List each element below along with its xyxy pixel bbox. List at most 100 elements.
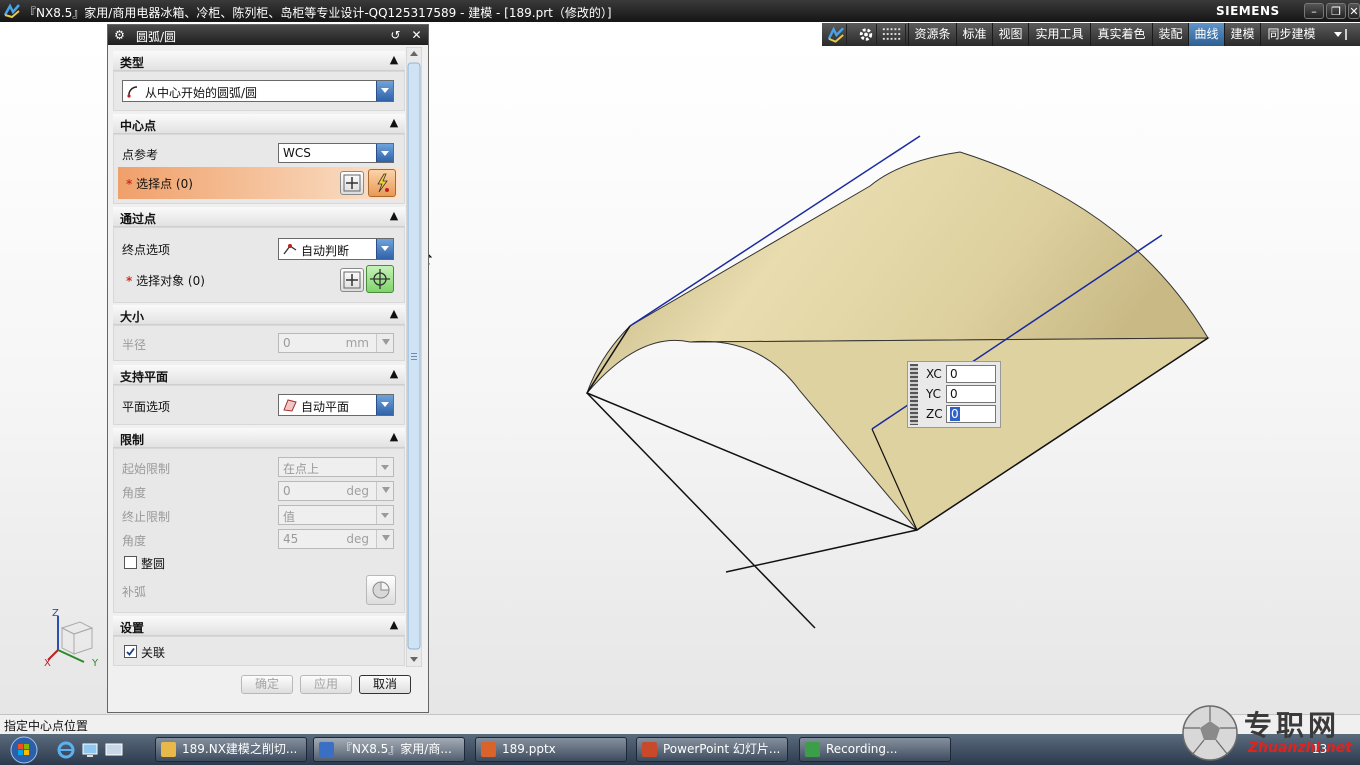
ok-button[interactable]: 确定 bbox=[241, 675, 293, 694]
type-select[interactable]: 从中心开始的圆弧/圆 bbox=[122, 80, 394, 102]
arrow-down-icon[interactable] bbox=[376, 482, 393, 500]
arc-center-icon bbox=[127, 86, 138, 98]
section-support-header[interactable]: 支持平面 ▲ bbox=[113, 365, 405, 385]
minimize-button[interactable]: – bbox=[1304, 3, 1324, 19]
plane-option-select[interactable]: 自动平面 bbox=[278, 394, 394, 416]
toolbar-options-icon[interactable] bbox=[1328, 24, 1358, 45]
collapse-chevron-icon[interactable]: ▲ bbox=[387, 115, 401, 131]
watermark: 专职网 Zhuanzhi.net bbox=[1180, 702, 1358, 764]
inferred-point-button[interactable] bbox=[368, 169, 396, 197]
point-dialog-button[interactable] bbox=[340, 171, 364, 195]
tab-standard[interactable]: 标准 bbox=[956, 23, 992, 46]
taskbar-item[interactable]: PowerPoint 幻灯片... bbox=[636, 737, 788, 762]
section-size-body: 半径 0 mm bbox=[113, 325, 405, 361]
tab-assembly[interactable]: 装配 bbox=[1152, 23, 1188, 46]
start-button-icon[interactable] bbox=[3, 735, 45, 764]
chevron-down-icon[interactable] bbox=[376, 144, 393, 162]
end-angle-input[interactable]: 45 deg bbox=[278, 529, 394, 549]
chevron-down-icon[interactable] bbox=[376, 506, 393, 524]
section-center-header[interactable]: 中心点 ▲ bbox=[113, 114, 405, 134]
collapse-chevron-icon[interactable]: ▲ bbox=[387, 208, 401, 224]
internet-explorer-icon[interactable] bbox=[56, 740, 76, 760]
cancel-button[interactable]: 取消 bbox=[359, 675, 411, 694]
start-angle-label: 角度 bbox=[122, 486, 147, 500]
section-limits-header[interactable]: 限制 ▲ bbox=[113, 428, 405, 448]
taskbar-item[interactable]: 189.pptx bbox=[475, 737, 627, 762]
nx-app-icon[interactable] bbox=[826, 24, 847, 45]
associative-checkbox[interactable] bbox=[124, 645, 137, 658]
zc-input[interactable]: 0 bbox=[946, 405, 996, 423]
triad-x-label: X bbox=[44, 658, 51, 668]
tab-synchronous-modeling[interactable]: 同步建模 bbox=[1260, 23, 1322, 46]
full-circle-checkbox[interactable] bbox=[124, 556, 137, 569]
object-dialog-button[interactable] bbox=[340, 268, 364, 292]
section-settings-body: 关联 bbox=[113, 636, 405, 666]
arrow-down-icon[interactable] bbox=[376, 334, 393, 352]
end-limit-select[interactable]: 值 bbox=[278, 505, 394, 525]
tab-true-shading[interactable]: 真实着色 bbox=[1090, 23, 1152, 46]
required-star-icon: * bbox=[126, 177, 133, 191]
tab-view[interactable]: 视图 bbox=[992, 23, 1028, 46]
chevron-down-icon[interactable] bbox=[376, 81, 393, 101]
section-settings-header[interactable]: 设置 ▲ bbox=[113, 616, 405, 636]
crosshair-icon bbox=[370, 269, 390, 289]
desktop-icon[interactable] bbox=[80, 740, 100, 760]
sketch-line-left[interactable] bbox=[725, 529, 918, 573]
taskbar-item[interactable]: Recording... bbox=[799, 737, 951, 762]
radius-unit: mm bbox=[345, 336, 369, 350]
collapse-chevron-icon[interactable]: ▲ bbox=[387, 366, 401, 382]
collapse-chevron-icon[interactable]: ▲ bbox=[387, 429, 401, 445]
tab-curve[interactable]: 曲线 bbox=[1188, 23, 1224, 46]
start-angle-input[interactable]: 0 deg bbox=[278, 481, 394, 501]
tab-resource-bar[interactable]: 资源条 bbox=[908, 23, 956, 46]
dialog-scrollbar[interactable] bbox=[406, 47, 422, 667]
dialog-close-icon[interactable]: ✕ bbox=[408, 27, 425, 43]
drag-grip-handle[interactable] bbox=[910, 364, 918, 425]
triad-z-label: Z bbox=[52, 608, 59, 619]
taskbar-item[interactable]: 『NX8.5』家用/商... bbox=[313, 737, 465, 762]
watermark-en: Zhuanzhi.net bbox=[1248, 740, 1352, 756]
crosshair-select-button[interactable] bbox=[366, 265, 394, 293]
section-through-header[interactable]: 通过点 ▲ bbox=[113, 207, 405, 227]
dialog-title: 圆弧/圆 bbox=[136, 30, 177, 44]
end-option-select[interactable]: 自动判断 bbox=[278, 238, 394, 260]
arc-circle-dialog: ⚙ 圆弧/圆 ↺ ✕ 类型 ▲ 从中心开始的圆弧/圆 中心点 ▲ 点参考 WCS bbox=[107, 24, 429, 713]
chevron-down-icon[interactable] bbox=[376, 239, 393, 259]
complement-arc-button[interactable] bbox=[366, 575, 396, 605]
end-angle-unit: deg bbox=[346, 532, 369, 546]
collapse-chevron-icon[interactable]: ▲ bbox=[387, 617, 401, 633]
tab-utilities[interactable]: 实用工具 bbox=[1028, 23, 1090, 46]
chevron-down-icon[interactable] bbox=[376, 458, 393, 476]
grid-icon[interactable] bbox=[880, 24, 906, 45]
gear-icon[interactable] bbox=[856, 24, 877, 45]
section-type-header[interactable]: 类型 ▲ bbox=[113, 51, 405, 71]
restore-button[interactable]: ❐ bbox=[1326, 3, 1346, 19]
collapse-chevron-icon[interactable]: ▲ bbox=[387, 52, 401, 68]
section-settings-label: 设置 bbox=[120, 621, 145, 635]
monitor-icon[interactable] bbox=[104, 740, 124, 760]
powerpoint-icon bbox=[642, 742, 657, 757]
yc-label: YC bbox=[926, 387, 942, 401]
reset-icon[interactable]: ↺ bbox=[387, 27, 404, 43]
section-size-header[interactable]: 大小 ▲ bbox=[113, 305, 405, 325]
point-reference-select[interactable]: WCS bbox=[278, 143, 394, 163]
recording-icon bbox=[805, 742, 820, 757]
view-triad-icon[interactable]: Z Y X bbox=[44, 606, 102, 668]
xc-input[interactable]: 0 bbox=[946, 365, 996, 383]
yc-input[interactable]: 0 bbox=[946, 385, 996, 403]
chevron-down-icon[interactable] bbox=[376, 395, 393, 415]
radius-input[interactable]: 0 mm bbox=[278, 333, 394, 353]
end-limit-label: 终止限制 bbox=[122, 510, 171, 524]
taskbar-item[interactable]: 189.NX建模之削切... bbox=[155, 737, 307, 762]
triad-y-label: Y bbox=[91, 658, 99, 668]
dialog-settings-gear-icon[interactable]: ⚙ bbox=[111, 27, 128, 43]
start-limit-select[interactable]: 在点上 bbox=[278, 457, 394, 477]
collapse-chevron-icon[interactable]: ▲ bbox=[387, 306, 401, 322]
dialog-header: ⚙ 圆弧/圆 ↺ ✕ bbox=[108, 25, 428, 45]
tab-modeling[interactable]: 建模 bbox=[1224, 23, 1260, 46]
apply-button[interactable]: 应用 bbox=[300, 675, 352, 694]
arrow-down-icon[interactable] bbox=[376, 530, 393, 548]
close-button[interactable]: ✕ bbox=[1348, 3, 1360, 19]
select-point-row[interactable]: * 选择点 (0) bbox=[118, 167, 402, 199]
associative-label: 关联 bbox=[141, 646, 166, 660]
